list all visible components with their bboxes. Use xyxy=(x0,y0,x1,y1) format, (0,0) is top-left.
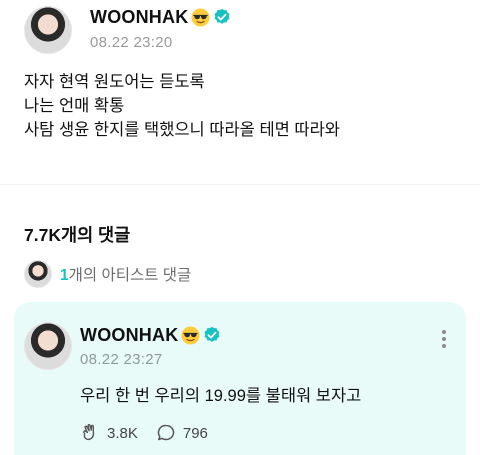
like-button[interactable]: 3.8K xyxy=(80,423,138,443)
post-line: 자자 현역 원도어는 듣도록 xyxy=(24,73,205,91)
artist-comments-label: 1개의 아티스트 댓글 xyxy=(60,263,191,285)
author-block: WOONHAK 08.22 23:20 xyxy=(90,6,231,51)
sunglasses-emoji-icon xyxy=(181,325,200,345)
comment-text: 우리 한 번 우리의 19.99를 불태워 보자고 xyxy=(80,387,362,405)
reply-count: 796 xyxy=(182,424,208,442)
comment-author-name[interactable]: WOONHAK xyxy=(80,325,178,346)
author-row: WOONHAK xyxy=(90,6,231,28)
post-timestamp: 08.22 23:20 xyxy=(90,34,173,51)
artist-comment-card: WOONHAK 08.22 23:27 우리 한 번 우리의 19.99를 불태… xyxy=(14,302,466,455)
divider xyxy=(0,184,480,185)
comment-bubble-icon xyxy=(157,424,175,441)
verified-badge-icon xyxy=(213,8,231,26)
artist-comment-text: 개의 아티스트 댓글 xyxy=(68,267,192,284)
comment-actions: 3.8K 796 xyxy=(80,423,208,443)
post-header: WOONHAK 08.22 23:20 xyxy=(24,6,231,54)
author-name[interactable]: WOONHAK xyxy=(90,7,188,28)
comment-author-row: WOONHAK xyxy=(80,324,221,346)
like-hand-icon xyxy=(83,423,95,441)
comment-count: 7.7K개의 댓글 xyxy=(24,225,131,245)
artist-comment-count: 1 xyxy=(60,267,69,284)
post-line: 나는 언매 확통 xyxy=(24,97,125,115)
post-line: 사탐 생윤 한지를 택했으니 따라올 테면 따라와 xyxy=(24,121,340,139)
comment-timestamp: 08.22 23:27 xyxy=(80,351,163,368)
post-body: 자자 현역 원도어는 듣도록 나는 언매 확통 사탐 생윤 한지를 택했으니 따… xyxy=(24,70,340,142)
more-vertical-icon[interactable] xyxy=(440,328,448,350)
artist-comments-filter[interactable]: 1개의 아티스트 댓글 xyxy=(24,260,191,288)
reply-button[interactable]: 796 xyxy=(156,423,208,443)
sunglasses-emoji-icon xyxy=(191,7,210,27)
avatar xyxy=(24,260,52,288)
avatar[interactable] xyxy=(24,322,72,370)
post-page: WOONHAK 08.22 23:20 자자 현역 원도어는 듣도록 나는 언매… xyxy=(0,0,480,455)
verified-badge-icon xyxy=(203,326,221,344)
avatar[interactable] xyxy=(24,6,72,54)
like-count: 3.8K xyxy=(107,424,138,442)
